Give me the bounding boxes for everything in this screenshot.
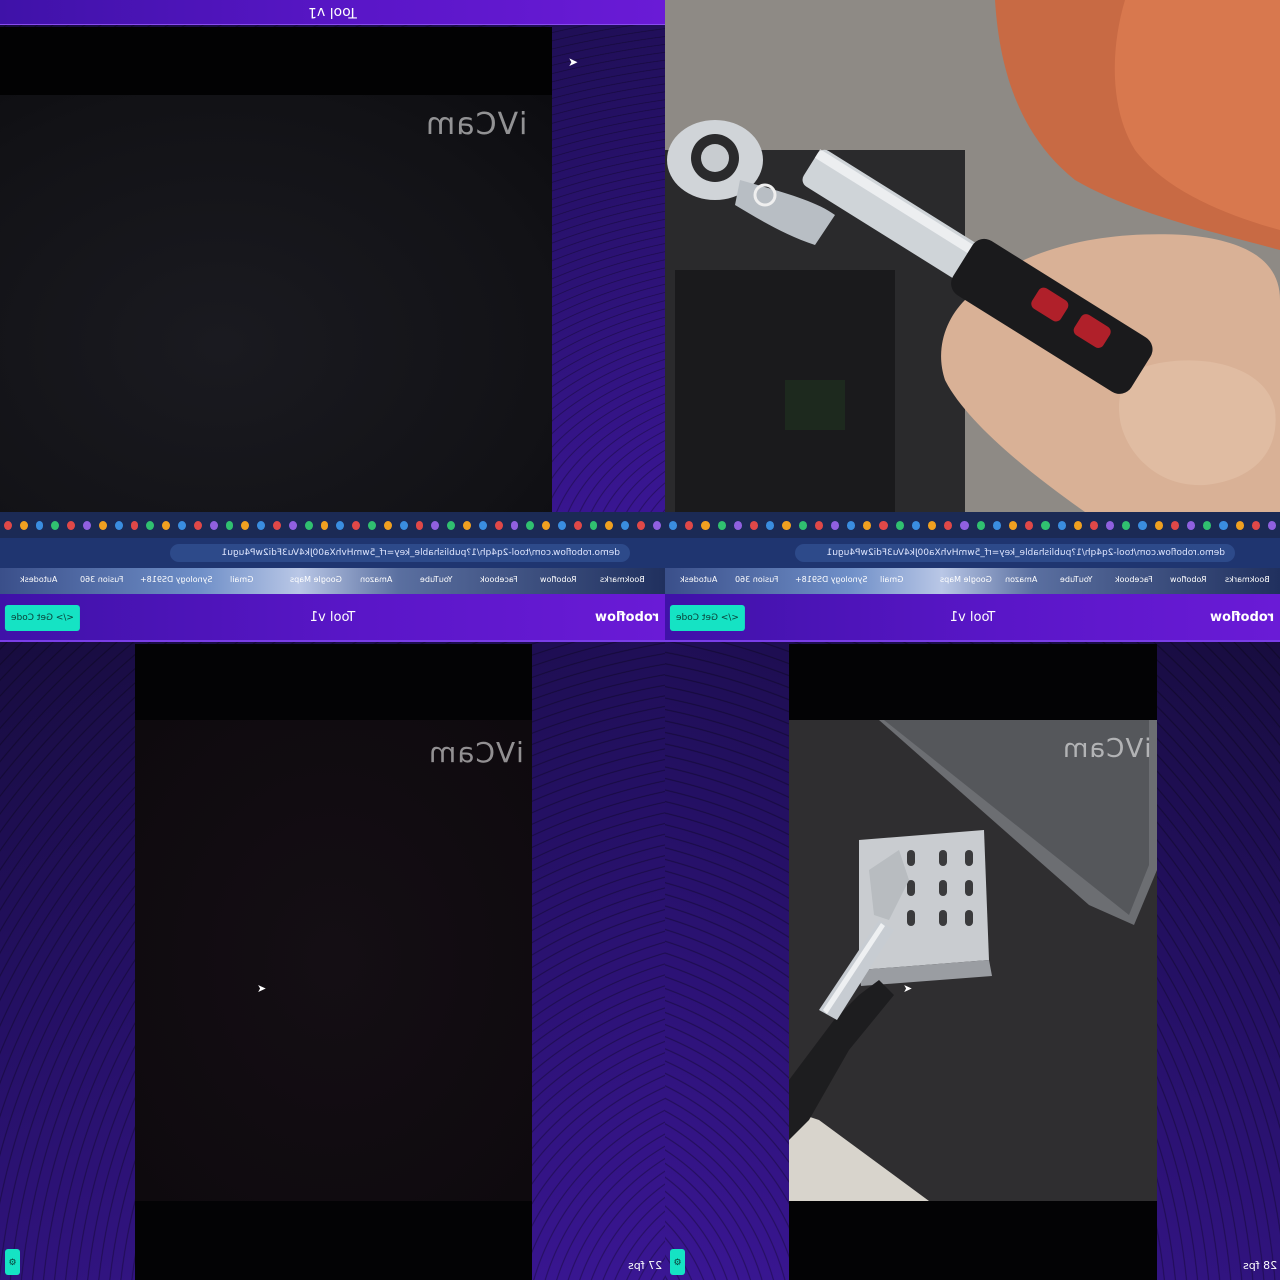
mouse-pointer-icon: ➤ xyxy=(568,55,579,69)
mouse-pointer-icon: ➤ xyxy=(903,982,913,995)
torque-wrench-photo xyxy=(665,0,1280,512)
bookmark-item[interactable]: Synology DS918+ xyxy=(795,575,867,584)
bookmark-item[interactable]: YouTube xyxy=(1060,575,1093,584)
browser-tab-strip[interactable] xyxy=(0,512,665,538)
bookmark-item[interactable]: Fusion 360 xyxy=(80,575,123,584)
top-right-camera-photo xyxy=(665,0,1280,512)
roboflow-logo[interactable]: roboflow xyxy=(595,610,659,625)
browser-toolbar: demo.roboflow.com/tool-2q4qh/1?publishab… xyxy=(0,538,665,568)
bookmark-item[interactable]: Gmail xyxy=(880,575,903,584)
bookmark-item[interactable]: Fusion 360 xyxy=(735,575,778,584)
bookmark-item[interactable]: Bookmarks xyxy=(600,575,645,584)
page-title: Tool v1 xyxy=(949,610,996,625)
bookmark-item[interactable]: Gmail xyxy=(230,575,253,584)
app-header: </> Get Code Tool v1 roboflow xyxy=(0,594,665,642)
address-bar[interactable]: demo.roboflow.com/tool-2q4qh/1?publishab… xyxy=(170,544,630,562)
settings-button[interactable]: ⚙ xyxy=(670,1249,685,1275)
ivcam-watermark: iVCam xyxy=(425,107,528,142)
settings-button[interactable]: ⚙ xyxy=(5,1249,20,1275)
bookmark-item[interactable]: Facebook xyxy=(480,575,518,584)
bookmarks-bar: Bookmarks Roboflow Facebook YouTube Amaz… xyxy=(665,568,1280,594)
ivcam-watermark: iVCam xyxy=(428,736,524,769)
bookmark-item[interactable]: Amazon xyxy=(360,575,392,584)
bookmark-item[interactable]: Roboflow xyxy=(1170,575,1207,584)
bookmark-item[interactable]: YouTube xyxy=(420,575,453,584)
ivcam-watermark: iVCam xyxy=(1061,734,1151,764)
video-frame: iVCam ➤ xyxy=(789,644,1157,1280)
bookmarks-bar: Bookmarks Roboflow Facebook YouTube Amaz… xyxy=(0,568,665,594)
video-letterbox-top xyxy=(135,644,532,720)
roboflow-logo[interactable]: roboflow xyxy=(1210,610,1274,625)
browser-toolbar: demo.roboflow.com/tool-2q4qh/1?publishab… xyxy=(665,538,1280,568)
page-title: Tool v1 xyxy=(309,610,356,625)
address-bar[interactable]: demo.roboflow.com/tool-2q4qh/1?publishab… xyxy=(795,544,1235,562)
app-header: </> Get Code Tool v1 roboflow xyxy=(665,594,1280,642)
bookmark-item[interactable]: Amazon xyxy=(1005,575,1037,584)
bookmark-item[interactable]: Autodesk xyxy=(680,575,717,584)
workbench-scene xyxy=(789,720,1157,1201)
mouse-pointer-icon: ➤ xyxy=(257,982,267,995)
bottom-left-roboflow-page: </> Get Code Tool v1 roboflow iVCam ➤ ⚙ … xyxy=(0,594,665,1280)
app-title: Tool v1 xyxy=(308,4,357,20)
bookmark-item[interactable]: Autodesk xyxy=(20,575,57,584)
top-left-webcam-pane: Tool v1 iVCam ➤ xyxy=(0,0,665,512)
webcam-feed: iVCam ➤ xyxy=(789,720,1157,1201)
fps-counter: 27 fps xyxy=(627,1259,662,1272)
browser-tab-strip[interactable] xyxy=(665,512,1280,538)
app-header-bar: Tool v1 xyxy=(0,0,665,25)
bookmark-item[interactable]: Bookmarks xyxy=(1225,575,1270,584)
webcam-feed: iVCam ➤ xyxy=(135,720,532,1201)
bookmark-item[interactable]: Facebook xyxy=(1115,575,1153,584)
bookmark-item[interactable]: Google Maps xyxy=(940,575,992,584)
video-frame: iVCam ➤ xyxy=(135,644,532,1280)
browser-chrome-left: demo.roboflow.com/tool-2q4qh/1?publishab… xyxy=(0,512,665,594)
video-letterbox-top xyxy=(789,644,1157,720)
fps-counter: 28 fps xyxy=(1242,1259,1277,1272)
gear-icon: ⚙ xyxy=(673,1256,682,1267)
gear-icon: ⚙ xyxy=(8,1256,17,1267)
video-letterbox-top xyxy=(0,27,552,95)
webcam-feed: iVCam xyxy=(0,95,552,512)
bookmark-item[interactable]: Roboflow xyxy=(540,575,577,584)
bookmark-item[interactable]: Google Maps xyxy=(290,575,342,584)
bookmark-item[interactable]: Synology DS918+ xyxy=(140,575,212,584)
browser-chrome-right: demo.roboflow.com/tool-2q4qh/1?publishab… xyxy=(665,512,1280,594)
bottom-right-roboflow-page: </> Get Code Tool v1 roboflow iVCam ➤ ⚙ … xyxy=(665,594,1280,1280)
